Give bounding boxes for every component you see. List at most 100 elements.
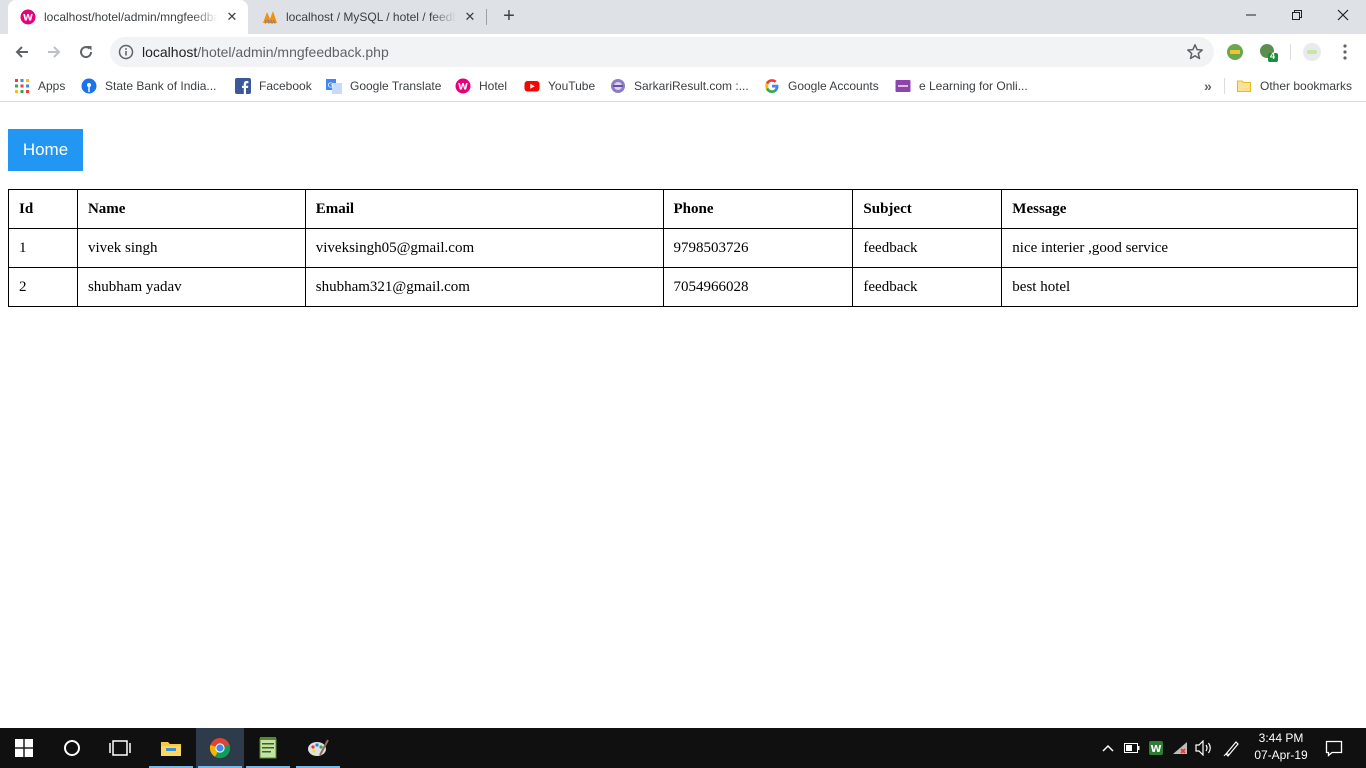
youtube-icon [524,78,540,94]
bookmark-label: YouTube [548,79,596,93]
svg-text:W: W [458,83,468,93]
feedback-table: Id Name Email Phone Subject Message 1 vi… [8,189,1358,307]
elearning-icon [895,78,911,94]
column-header-subject: Subject [852,189,1003,229]
tab-mngfeedback[interactable]: W localhost/hotel/admin/mngfeedback.php … [8,0,248,34]
other-bookmarks-folder[interactable]: Other bookmarks [1236,76,1352,96]
task-view-icon[interactable] [96,728,144,768]
bookmark-label: Facebook [259,79,312,93]
clock-time: 3:44 PM [1258,731,1304,745]
cortana-search-icon[interactable] [48,728,96,768]
taskbar: W 3:44 PM 07-Apr-19 [0,728,1366,768]
network-disconnected-icon[interactable] [1170,738,1190,758]
bookmark-label: Google Translate [350,79,442,93]
google-icon [764,78,780,94]
phpmyadmin-favicon-icon: PMA [262,9,278,25]
chrome-taskbar-icon[interactable] [196,728,244,768]
show-hidden-icons-icon[interactable] [1098,738,1118,758]
bookmark-youtube[interactable]: YouTube [524,76,595,96]
bookmark-sbi[interactable]: State Bank of India... [81,76,216,96]
paint-app-icon[interactable] [294,728,342,768]
google-translate-icon: G [326,78,342,94]
windows-start-icon[interactable] [0,728,48,768]
tab-phpmyadmin[interactable]: PMA localhost / MySQL / hotel / feedback… [250,0,486,34]
new-tab-icon[interactable]: + [498,6,520,28]
wamp-tray-icon[interactable]: W [1146,738,1166,758]
bookmark-label: Apps [38,79,66,93]
wamp-favicon-icon: W [20,9,36,25]
facebook-icon [235,78,251,94]
minimize-icon[interactable] [1228,0,1274,30]
wamp-icon: W [455,78,471,94]
browser-toolbar: localhost/hotel/admin/mngfeedback.php 4 [0,34,1366,70]
back-icon[interactable] [10,40,34,64]
bookmark-label: State Bank of India... [105,79,217,93]
bookmarks-separator [1224,78,1225,94]
bookmark-apps[interactable]: Apps [14,76,65,96]
cell-email: viveksingh05@gmail.com [304,228,664,268]
bookmark-label: Hotel [479,79,508,93]
info-icon[interactable] [118,44,134,60]
pen-ink-icon[interactable] [1222,738,1242,758]
url-host: localhost [142,44,198,60]
bookmark-star-icon[interactable] [1186,43,1204,61]
bookmark-sarkari-result[interactable]: SarkariResult.com :... [610,76,749,96]
close-window-icon[interactable] [1320,0,1366,30]
home-button[interactable]: Home [8,129,83,171]
reload-icon[interactable] [74,40,98,64]
extension-badge-count: 4 [1270,51,1276,61]
table-row: 2 shubham yadav shubham321@gmail.com 705… [8,267,1358,307]
sbi-icon [81,78,97,94]
file-explorer-icon[interactable] [147,728,195,768]
battery-icon[interactable] [1122,738,1142,758]
svg-text:PMA: PMA [265,20,276,25]
svg-text:G: G [328,82,333,90]
bookmark-google-translate[interactable]: G Google Translate [326,76,441,96]
notepad-app-icon[interactable] [244,728,292,768]
profile-avatar-icon[interactable] [1302,42,1322,62]
tab-strip: W localhost/hotel/admin/mngfeedback.php … [0,0,1366,34]
restore-icon[interactable] [1274,0,1320,30]
volume-icon[interactable] [1194,738,1214,758]
cell-subject: feedback [852,228,1003,268]
menu-kebab-icon[interactable] [1335,42,1355,62]
bookmarks-overflow-icon[interactable]: » [1204,76,1212,96]
cell-phone: 9798503726 [662,228,854,268]
cell-email: shubham321@gmail.com [304,267,664,307]
cell-id: 2 [8,267,78,307]
sarkari-result-icon [610,78,626,94]
svg-text:W: W [23,14,33,24]
close-tab-icon[interactable]: ✕ [462,9,478,25]
action-center-icon[interactable] [1324,738,1344,758]
clock-date: 07-Apr-19 [1254,748,1308,762]
folder-icon [1236,78,1252,94]
bookmark-hotel[interactable]: W Hotel [455,76,507,96]
svg-text:W: W [1150,744,1161,755]
bookmark-elearning[interactable]: e Learning for Onli... [895,76,1028,96]
cell-id: 1 [8,228,78,268]
bookmark-label: SarkariResult.com :... [634,79,749,93]
bookmark-google-accounts[interactable]: Google Accounts [764,76,879,96]
column-header-name: Name [76,189,306,229]
table-row: 1 vivek singh viveksingh05@gmail.com 979… [8,228,1358,268]
cell-name: vivek singh [76,228,306,268]
url-path: /hotel/admin/mngfeedback.php [197,44,389,60]
column-header-id: Id [8,189,78,229]
url-text[interactable]: localhost/hotel/admin/mngfeedback.php [142,44,389,60]
taskbar-clock[interactable]: 3:44 PM 07-Apr-19 [1248,730,1314,764]
address-bar[interactable]: localhost/hotel/admin/mngfeedback.php [110,37,1214,67]
close-tab-icon[interactable]: ✕ [224,9,240,25]
cell-name: shubham yadav [76,267,306,307]
bookmark-label: Google Accounts [788,79,879,93]
bookmark-label: e Learning for Onli... [919,79,1028,93]
bookmark-facebook[interactable]: Facebook [235,76,312,96]
forward-icon[interactable] [42,40,66,64]
cell-message: nice interier ,good service [1001,228,1358,268]
cell-phone: 7054966028 [662,267,854,307]
extension-icon[interactable] [1225,42,1245,62]
tab-title: localhost / MySQL / hotel / feedback [286,10,456,24]
cell-message: best hotel [1001,267,1358,307]
extension-badge-icon[interactable]: 4 [1258,42,1278,62]
tab-title: localhost/hotel/admin/mngfeedback.php [44,10,218,24]
column-header-message: Message [1001,189,1358,229]
